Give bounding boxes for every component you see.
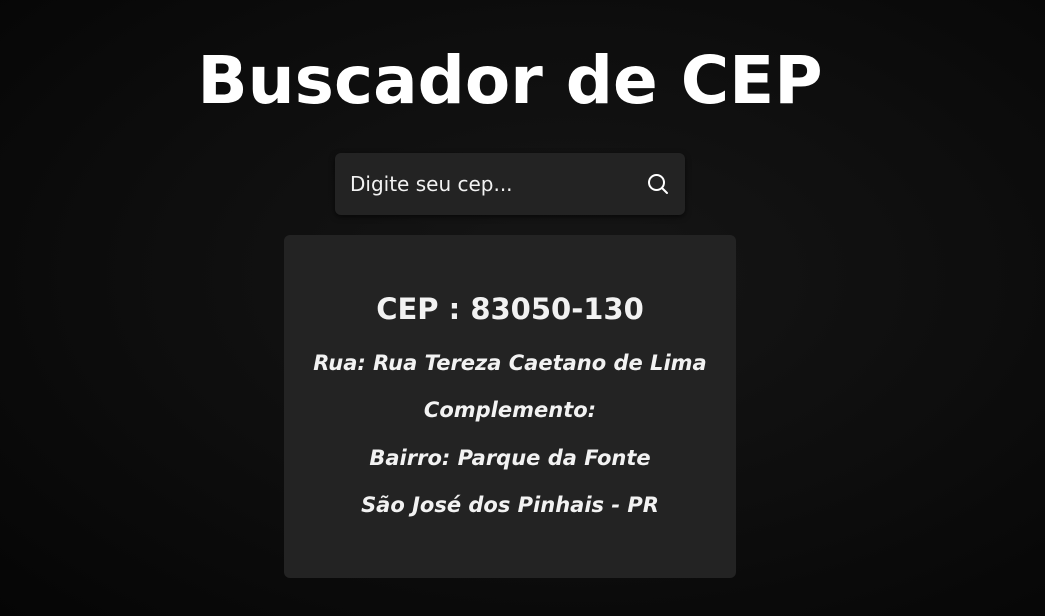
street-line: Rua: Rua Tereza Caetano de Lima: [313, 351, 707, 375]
page-title: Buscador de CEP: [197, 42, 823, 119]
city-state-line: São José dos Pinhais - PR: [361, 493, 659, 517]
search-box: [335, 153, 685, 215]
search-icon: [648, 174, 668, 194]
neighborhood-line: Bairro: Parque da Fonte: [369, 446, 651, 470]
search-input[interactable]: [335, 153, 631, 215]
complement-line: Complemento:: [423, 398, 597, 422]
result-card: CEP : 83050-130 Rua: Rua Tereza Caetano …: [284, 235, 736, 578]
search-button[interactable]: [631, 153, 685, 215]
cep-heading: CEP : 83050-130: [376, 292, 644, 326]
